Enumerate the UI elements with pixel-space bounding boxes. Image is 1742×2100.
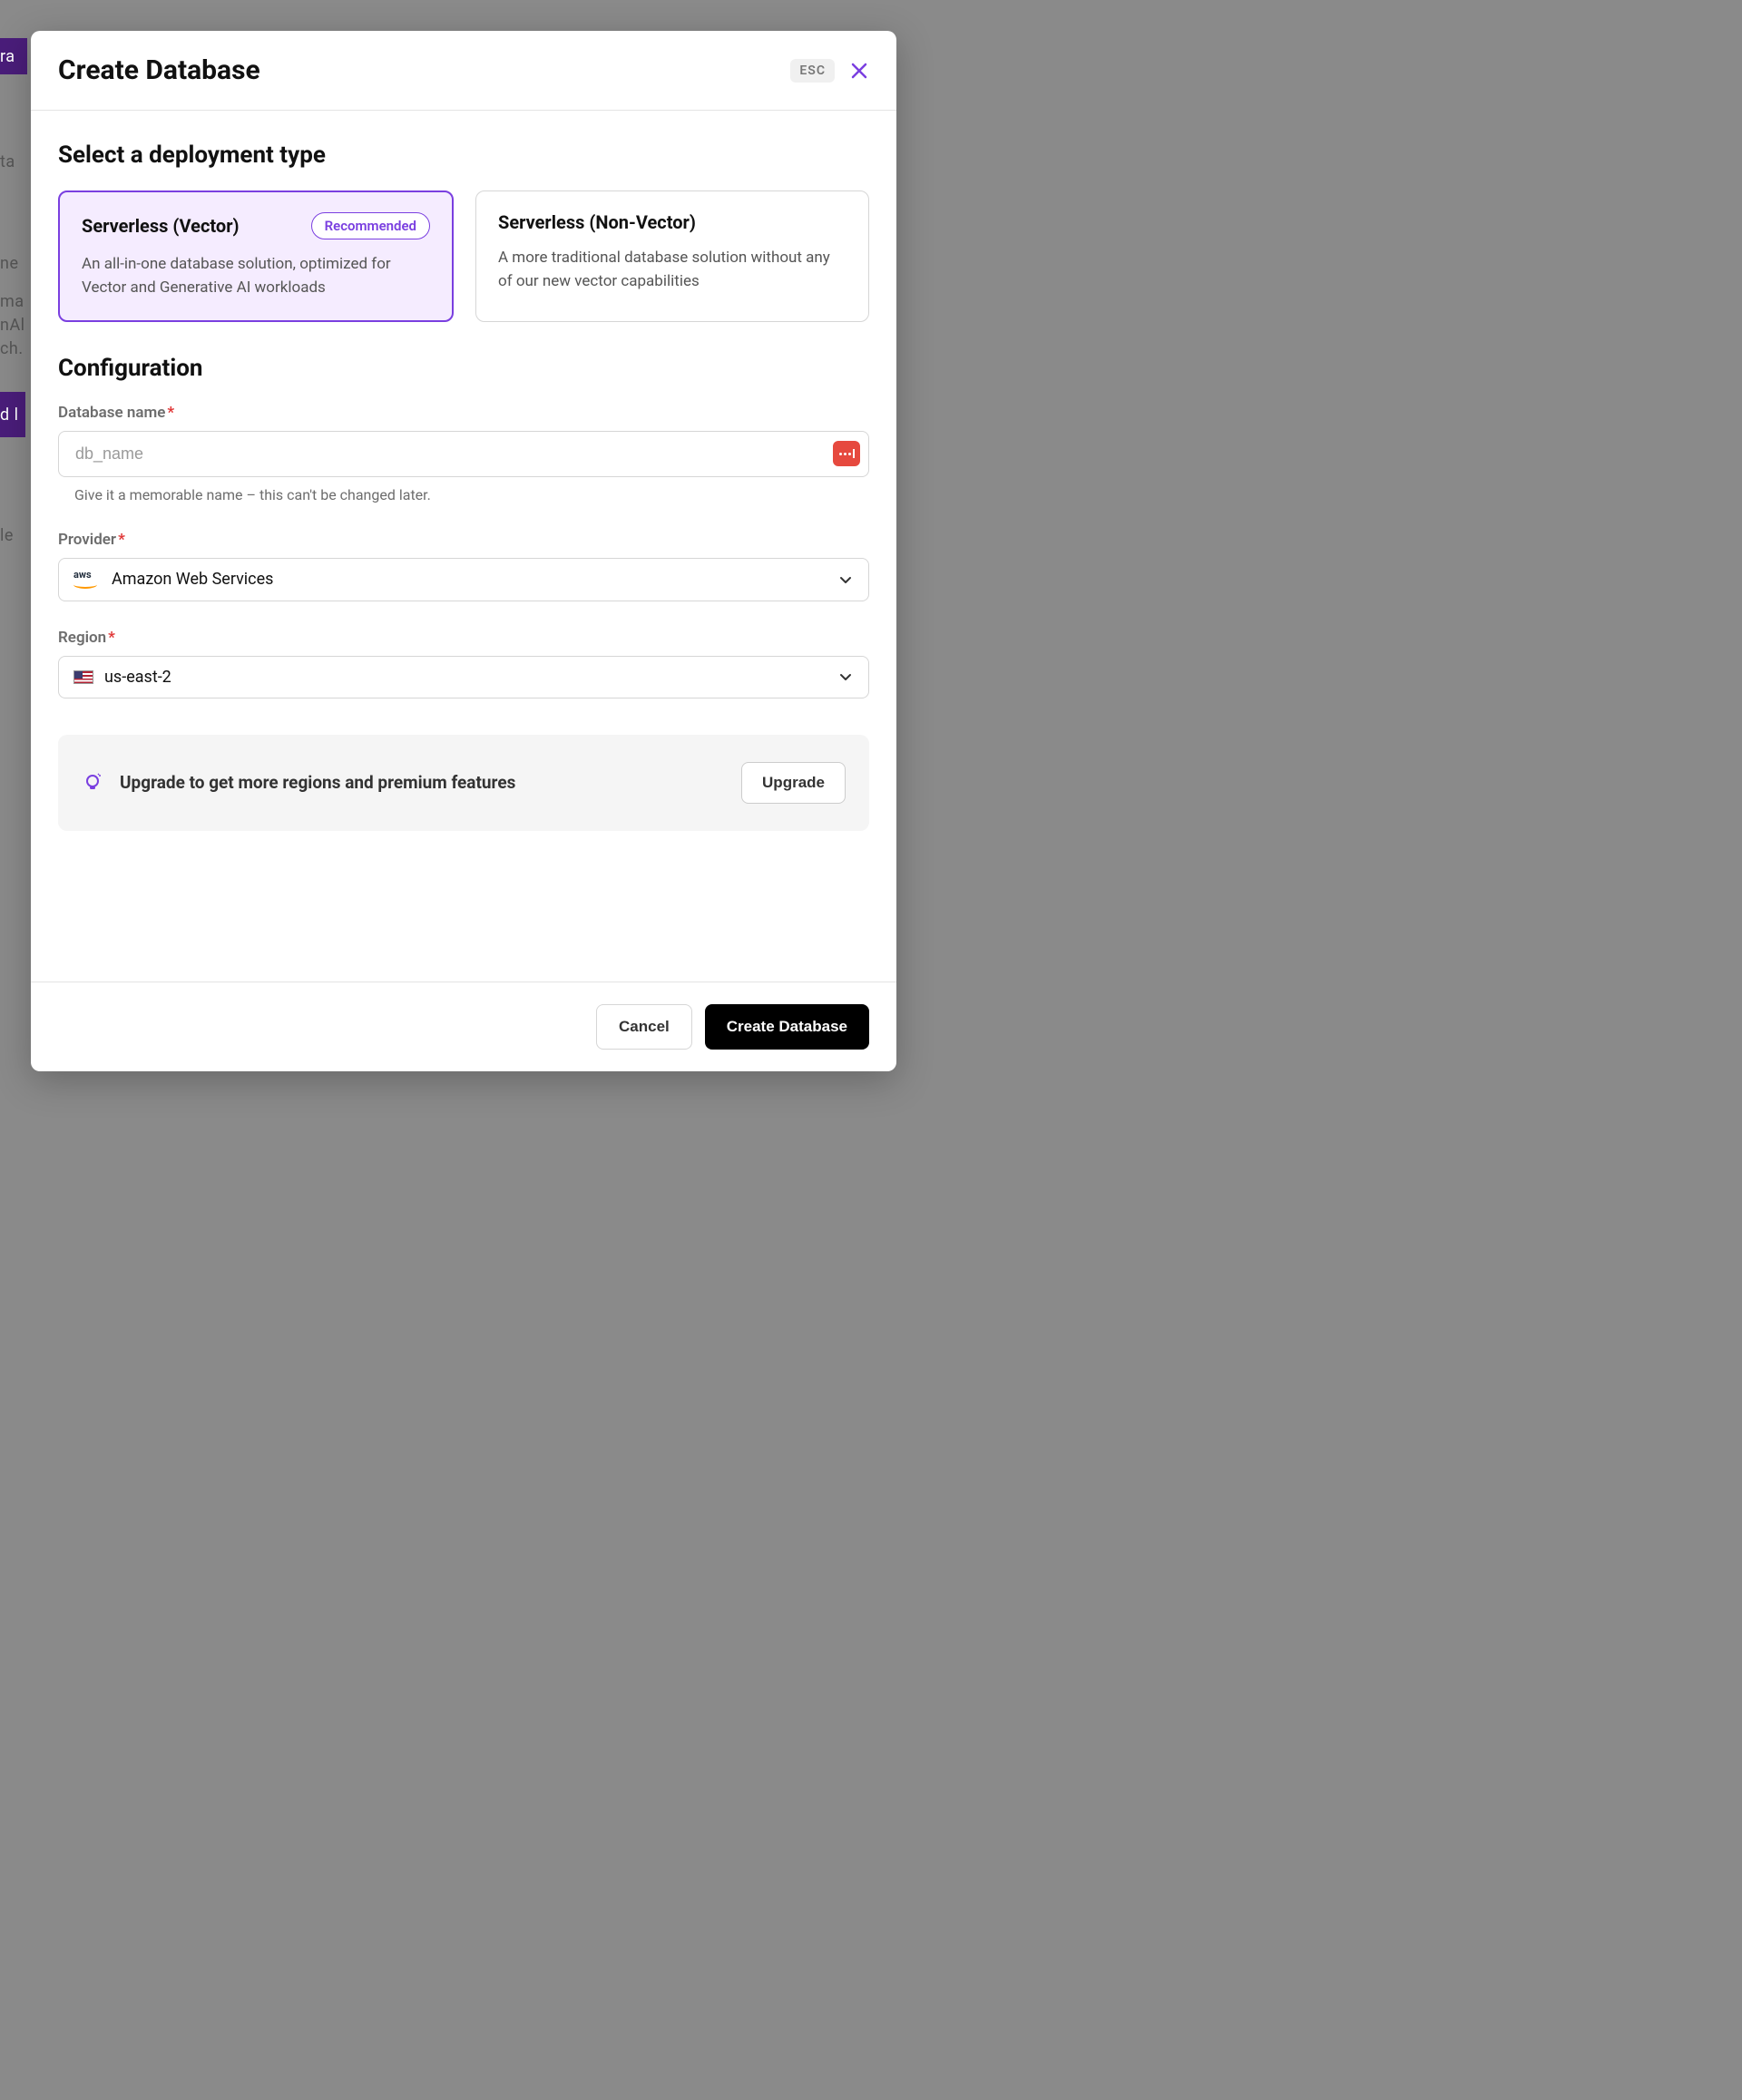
deployment-section-title: Select a deployment type (58, 142, 869, 169)
region-label: Region* (58, 629, 869, 647)
upgrade-button[interactable]: Upgrade (741, 762, 846, 804)
card-description: An all-in-one database solution, optimiz… (82, 252, 430, 300)
db-name-label: Database name* (58, 404, 869, 422)
create-database-button[interactable]: Create Database (705, 1004, 869, 1050)
db-name-input[interactable] (58, 431, 869, 477)
configuration-section-title: Configuration (58, 355, 869, 382)
aws-icon: aws (73, 570, 101, 590)
deployment-option-serverless-nonvector[interactable]: Serverless (Non-Vector) A more tradition… (475, 190, 869, 322)
modal-header: Create Database ESC (31, 31, 896, 111)
us-flag-icon (73, 670, 93, 684)
password-manager-icon[interactable] (833, 441, 860, 466)
chevron-down-icon (837, 669, 854, 685)
close-icon[interactable] (849, 61, 869, 81)
deployment-option-serverless-vector[interactable]: Serverless (Vector) Recommended An all-i… (58, 190, 454, 322)
modal-title: Create Database (58, 54, 260, 86)
card-title: Serverless (Vector) (82, 215, 240, 237)
region-value: us-east-2 (104, 668, 171, 687)
recommended-badge: Recommended (311, 212, 430, 239)
region-select[interactable]: us-east-2 (58, 656, 869, 698)
chevron-down-icon (837, 571, 854, 588)
provider-label: Provider* (58, 531, 869, 549)
upgrade-banner: Upgrade to get more regions and premium … (58, 735, 869, 831)
provider-value: Amazon Web Services (112, 570, 273, 589)
card-description: A more traditional database solution wit… (498, 246, 847, 294)
upgrade-text: Upgrade to get more regions and premium … (120, 772, 515, 793)
cancel-button[interactable]: Cancel (596, 1004, 692, 1050)
provider-select[interactable]: aws Amazon Web Services (58, 558, 869, 601)
create-database-modal: Create Database ESC Select a deployment … (31, 31, 896, 1071)
modal-footer: Cancel Create Database (31, 982, 896, 1071)
card-title: Serverless (Non-Vector) (498, 211, 696, 233)
esc-key-hint: ESC (790, 59, 835, 83)
db-name-helper: Give it a memorable name – this can't be… (74, 486, 869, 503)
lightbulb-icon (82, 772, 103, 794)
